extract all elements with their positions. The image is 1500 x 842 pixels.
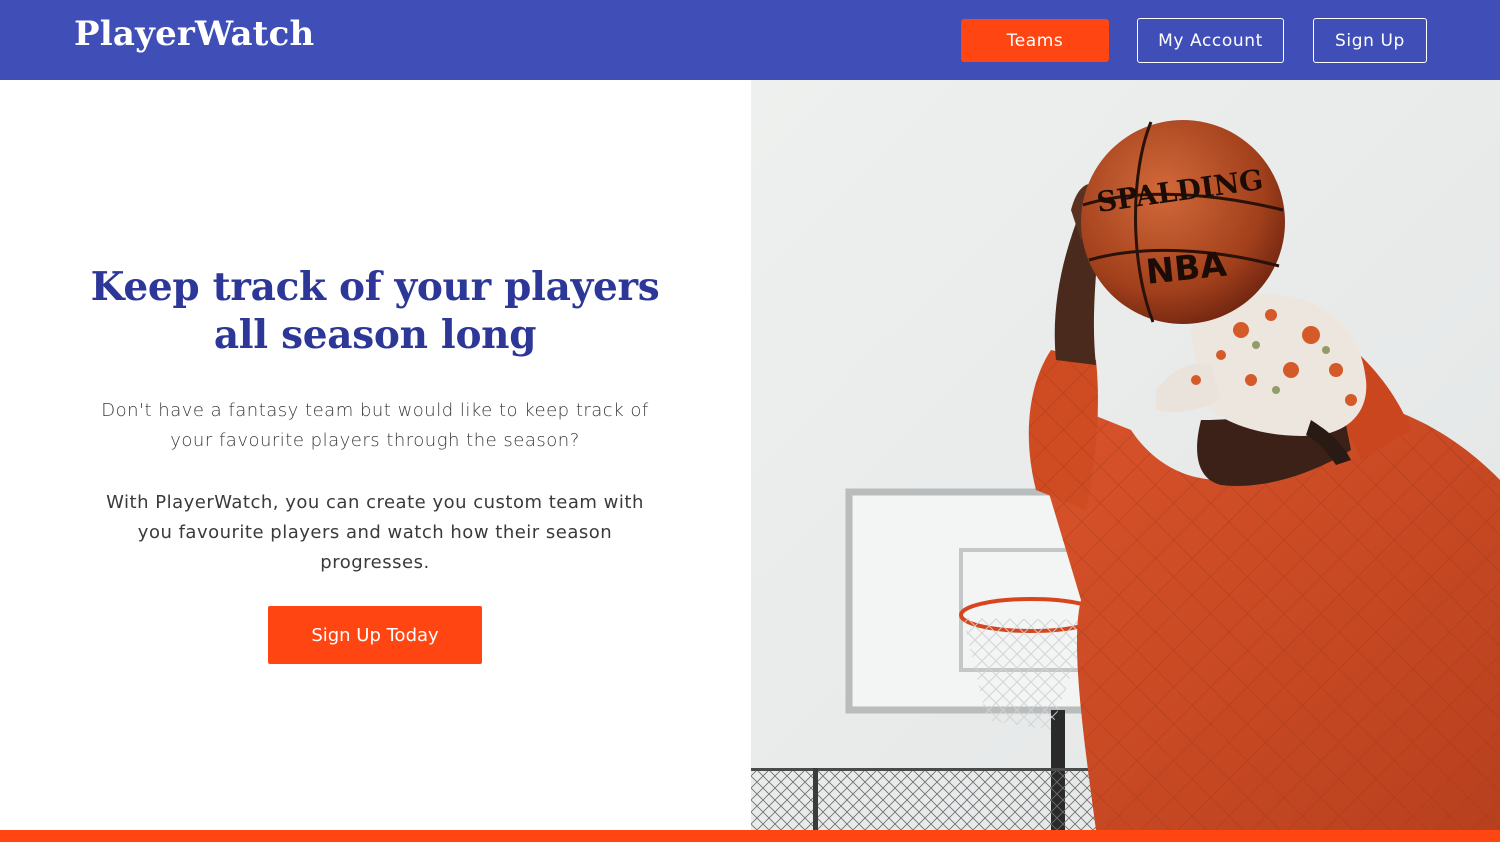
teams-button[interactable]: Teams: [961, 19, 1109, 62]
basketball: SPALDING NBA: [1081, 120, 1285, 324]
top-navbar: PlayerWatch Teams My Account Sign Up: [0, 0, 1500, 80]
hero-intro-text: Don't have a fantasy team but would like…: [101, 400, 649, 451]
footer-accent-bar: [0, 830, 1500, 842]
sign-up-today-button[interactable]: Sign Up Today: [268, 606, 482, 664]
hero-photo: SPALDING NBA: [751, 80, 1500, 830]
sign-up-button[interactable]: Sign Up: [1313, 18, 1427, 63]
brand-logo[interactable]: PlayerWatch: [74, 14, 314, 54]
ball-league-text: NBA: [1144, 244, 1229, 292]
hero-description-text: With PlayerWatch, you can create you cus…: [106, 492, 644, 573]
hero-title: Keep track of your players all season lo…: [90, 264, 660, 358]
my-account-button[interactable]: My Account: [1137, 18, 1284, 63]
basketball-player-illustration: SPALDING NBA: [751, 80, 1500, 830]
hero-text-panel: Keep track of your players all season lo…: [0, 80, 751, 830]
